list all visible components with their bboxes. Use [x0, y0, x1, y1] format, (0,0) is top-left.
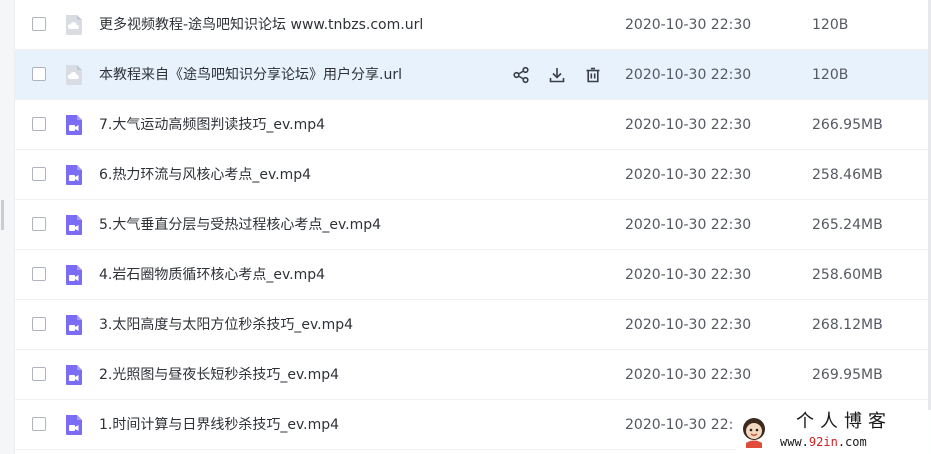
file-row[interactable]: 3.太阳高度与太阳方位秒杀技巧_ev.mp4 2020-10-30 22:30 26… — [15, 300, 928, 350]
watermark: 个人博客 www.92in.com — [736, 410, 931, 454]
download-icon[interactable] — [546, 65, 568, 85]
file-name[interactable]: 4.岩石圈物质循环核心考点_ev.mp4 — [99, 265, 325, 285]
file-size: 265.24MB — [812, 217, 883, 233]
row-checkbox[interactable] — [32, 17, 46, 31]
file-name[interactable]: 本教程来自《途鸟吧知识分享论坛》用户分享.url — [99, 65, 402, 85]
row-checkbox[interactable] — [32, 367, 46, 381]
file-size: 268.12MB — [812, 317, 883, 333]
video-file-icon — [64, 114, 84, 136]
row-checkbox[interactable] — [32, 317, 46, 331]
file-row[interactable]: 4.岩石圈物质循环核心考点_ev.mp4 2020-10-30 22:30 258.… — [15, 250, 928, 300]
file-modified-date: 2020-10-30 22:30 — [625, 217, 752, 233]
delete-icon[interactable] — [582, 65, 604, 85]
resize-handle[interactable] — [1, 200, 4, 230]
video-file-icon — [64, 214, 84, 236]
file-row[interactable]: 本教程来自《途鸟吧知识分享论坛》用户分享.url 2020-10-30 22:30… — [15, 50, 928, 100]
file-size: 120B — [812, 17, 849, 33]
file-size: 269.95MB — [812, 367, 883, 383]
file-name[interactable]: 2.光照图与昼夜长短秒杀技巧_ev.mp4 — [99, 365, 339, 385]
file-modified-date: 2020-10-30 22:30 — [625, 267, 752, 283]
watermark-title: 个人博客 — [796, 411, 892, 432]
file-size: 266.95MB — [812, 117, 883, 133]
file-modified-date: 2020-10-30 22:30 — [625, 367, 752, 383]
left-edge-panel — [0, 0, 15, 454]
row-checkbox[interactable] — [32, 67, 46, 81]
share-icon[interactable] — [510, 65, 532, 85]
file-list-page: 更多视频教程-途鸟吧知识论坛 www.tnbzs.com.url 2020-10-… — [0, 0, 931, 454]
file-name[interactable]: 7.大气运动高频图判读技巧_ev.mp4 — [99, 115, 325, 135]
file-name[interactable]: 3.太阳高度与太阳方位秒杀技巧_ev.mp4 — [99, 315, 353, 335]
video-file-icon — [64, 414, 84, 436]
file-name[interactable]: 更多视频教程-途鸟吧知识论坛 www.tnbzs.com.url — [99, 15, 423, 35]
video-file-icon — [64, 164, 84, 186]
video-file-icon — [64, 314, 84, 336]
video-file-icon — [64, 264, 84, 286]
file-row[interactable]: 2.光照图与昼夜长短秒杀技巧_ev.mp4 2020-10-30 22:30 269… — [15, 350, 928, 400]
file-size: 258.60MB — [812, 267, 883, 283]
watermark-url: www.92in.com — [780, 435, 867, 449]
file-name[interactable]: 1.时间计算与日界线秒杀技巧_ev.mp4 — [99, 415, 339, 435]
file-row[interactable]: 更多视频教程-途鸟吧知识论坛 www.tnbzs.com.url 2020-10-… — [15, 0, 928, 50]
file-modified-date: 2020-10-30 22:30 — [625, 317, 752, 333]
file-row[interactable]: 6.热力环流与风核心考点_ev.mp4 2020-10-30 22:30 258.4… — [15, 150, 928, 200]
file-modified-date: 2020-10-30 22:30 — [625, 17, 752, 33]
row-checkbox[interactable] — [32, 217, 46, 231]
file-size: 258.46MB — [812, 167, 883, 183]
file-name[interactable]: 6.热力环流与风核心考点_ev.mp4 — [99, 165, 311, 185]
link-file-icon — [64, 64, 84, 86]
file-modified-date: 2020-10-30 22:30 — [625, 117, 752, 133]
file-modified-date: 2020-10-30 22:30 — [625, 67, 752, 83]
file-row[interactable]: 5.大气垂直分层与受热过程核心考点_ev.mp4 2020-10-30 22:30… — [15, 200, 928, 250]
file-list: 更多视频教程-途鸟吧知识论坛 www.tnbzs.com.url 2020-10-… — [15, 0, 928, 450]
file-row[interactable]: 7.大气运动高频图判读技巧_ev.mp4 2020-10-30 22:30 266.… — [15, 100, 928, 150]
cartoon-avatar-icon — [743, 418, 765, 448]
file-modified-date: 2020-10-30 22:30 — [625, 167, 752, 183]
row-checkbox[interactable] — [32, 167, 46, 181]
link-file-icon — [64, 14, 84, 36]
file-name[interactable]: 5.大气垂直分层与受热过程核心考点_ev.mp4 — [99, 215, 381, 235]
row-actions — [510, 65, 604, 85]
file-size: 120B — [812, 67, 849, 83]
file-modified-date: 2020-10-30 22: — [625, 417, 734, 433]
row-checkbox[interactable] — [32, 417, 46, 431]
row-checkbox[interactable] — [32, 267, 46, 281]
video-file-icon — [64, 364, 84, 386]
row-checkbox[interactable] — [32, 117, 46, 131]
